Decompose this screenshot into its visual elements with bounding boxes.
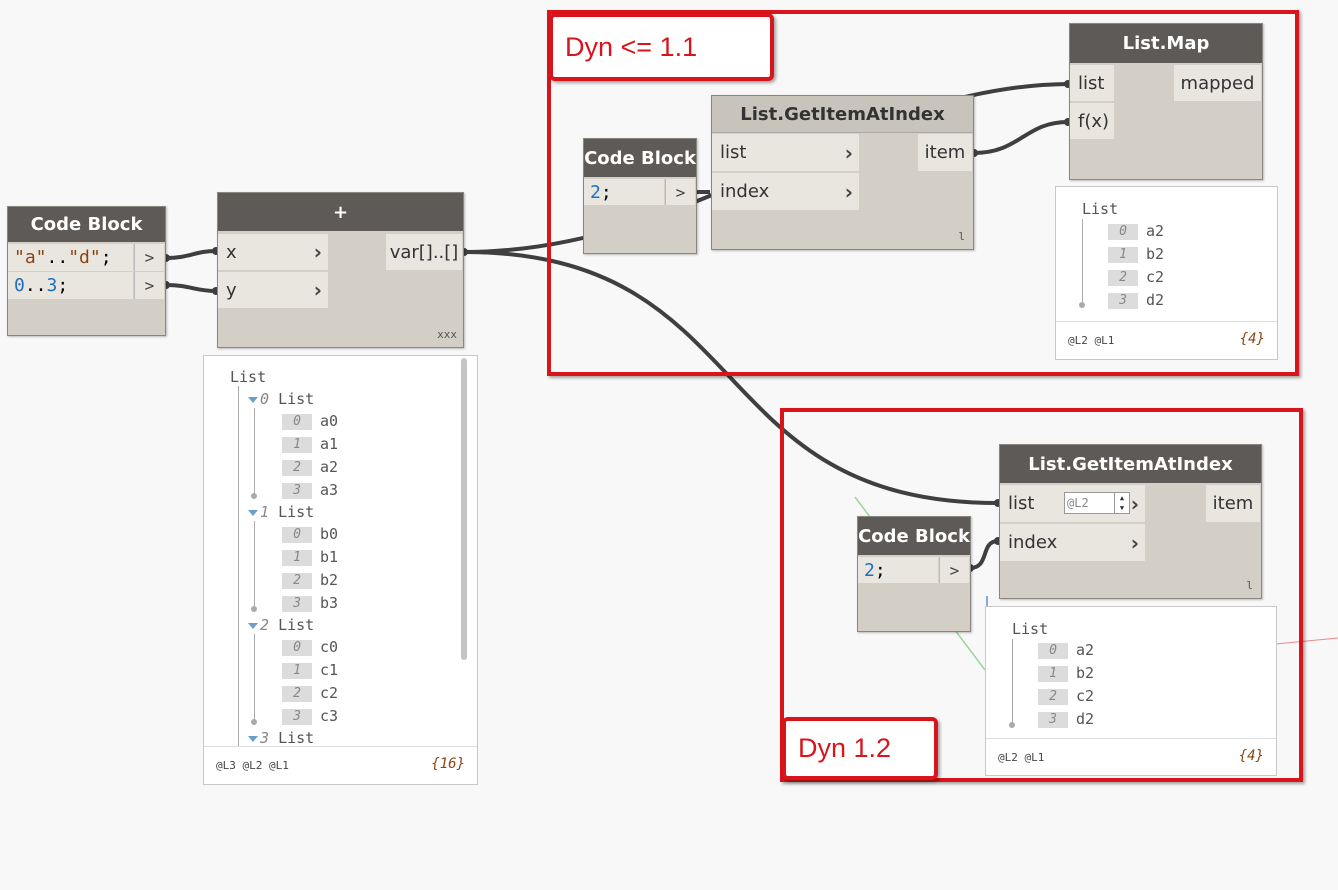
tree-end-dot	[251, 606, 257, 612]
watch-preview-16[interactable]: List 0 List 0 a0 1 a1 2 a2 3 a3 1 List 0 b0 1…	[203, 355, 478, 785]
chevron-right-icon: ›	[313, 240, 322, 264]
list-item: 3 c3	[282, 707, 338, 725]
list-item: 2 c2	[282, 684, 338, 702]
output-port-1[interactable]: >	[134, 244, 164, 271]
tree-line	[254, 408, 255, 496]
preview-footer: @L3 @L2 @L1 {16}	[204, 746, 477, 784]
expand-triangle-icon[interactable]	[248, 735, 258, 742]
chevron-right-icon: ›	[313, 278, 322, 302]
list-item: 2 b2	[282, 571, 338, 589]
item-count: {16}	[431, 756, 465, 772]
input-port-x[interactable]: x ›	[218, 234, 328, 270]
list-levels: @L3 @L2 @L1	[216, 759, 289, 772]
code-line-2[interactable]: 0.. 3;	[8, 272, 133, 299]
number-literal: 3	[46, 275, 58, 296]
range-operator: ..	[46, 247, 69, 268]
wire-codeblock-to-x[interactable]	[165, 249, 217, 260]
list-item: 0 b0	[282, 525, 338, 543]
tree-line	[254, 521, 255, 609]
string-literal: "a"	[14, 247, 47, 268]
code-block-node[interactable]: Code Block "a".. "d"; 0.. 3; > >	[7, 206, 166, 336]
port-label: x	[226, 241, 237, 263]
expand-triangle-icon[interactable]	[248, 622, 258, 629]
input-port-y[interactable]: y ›	[218, 272, 328, 308]
plus-node[interactable]: + x › y › var[]..[] xxx	[217, 192, 464, 348]
wire-codeblock-to-y[interactable]	[165, 283, 217, 293]
list-item: 1 b1	[282, 548, 338, 566]
list-item: 1 a1	[282, 435, 338, 453]
list-group-header[interactable]: 0 List	[248, 390, 314, 408]
list-item: 0 c0	[282, 638, 338, 656]
list-item: 1 c1	[282, 661, 338, 679]
expand-triangle-icon[interactable]	[248, 509, 258, 516]
tree-end-dot	[251, 719, 257, 725]
list-item: 3 a3	[282, 481, 338, 499]
list-item: 3 b3	[282, 594, 338, 612]
list-group-header[interactable]: 3 List	[248, 729, 314, 747]
tree-line	[254, 634, 255, 722]
list-item: 2 a2	[282, 458, 338, 476]
node-title: +	[218, 193, 463, 231]
list-group-header[interactable]: 2 List	[248, 616, 314, 634]
semicolon: ;	[57, 275, 69, 296]
list-root-label: List	[230, 368, 267, 386]
number-literal: 0	[14, 275, 25, 296]
node-title: Code Block	[8, 207, 165, 242]
lacing-indicator[interactable]: xxx	[437, 328, 457, 341]
string-literal: "d"	[68, 247, 101, 268]
tree-end-dot	[251, 493, 257, 499]
expand-triangle-icon[interactable]	[248, 396, 258, 403]
output-port-var[interactable]: var[]..[]	[386, 234, 462, 270]
code-line-1[interactable]: "a".. "d";	[8, 244, 133, 271]
dyn12-label: Dyn 1.2	[782, 717, 938, 780]
tree-line	[238, 386, 239, 784]
dyn11-label: Dyn <= 1.1	[549, 13, 774, 81]
list-group-header[interactable]: 1 List	[248, 503, 314, 521]
output-port-2[interactable]: >	[134, 272, 164, 299]
port-label: y	[226, 279, 237, 301]
range-operator: ..	[24, 275, 47, 296]
list-item: 0 a0	[282, 412, 338, 430]
scrollbar-thumb[interactable]	[461, 358, 467, 660]
semicolon: ;	[100, 247, 112, 268]
